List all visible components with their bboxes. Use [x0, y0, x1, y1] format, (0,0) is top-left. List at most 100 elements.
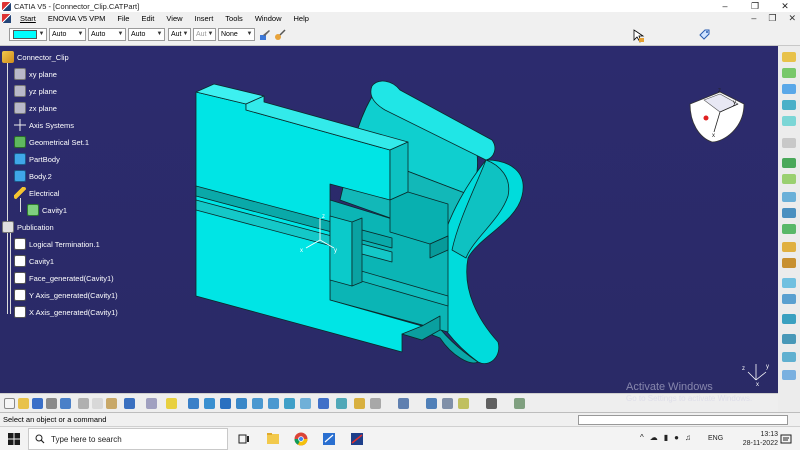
hide-show-icon[interactable]	[354, 398, 365, 409]
tree-item-electrical[interactable]: Electrical	[14, 186, 59, 200]
shaft-icon[interactable]	[782, 100, 796, 110]
apply-material-icon[interactable]	[782, 370, 796, 380]
menu-tools[interactable]: Tools	[219, 14, 249, 23]
tree-item-y-axis-generated[interactable]: Y Axis_generated(Cavity1)	[14, 288, 118, 302]
catia-taskbar-icon[interactable]	[350, 432, 364, 446]
zoom-out-icon[interactable]	[268, 398, 279, 409]
whats-this-icon[interactable]	[166, 398, 177, 409]
save-icon[interactable]	[32, 398, 43, 409]
chrome-icon[interactable]	[294, 432, 308, 446]
pad-icon[interactable]	[782, 68, 796, 78]
shading-icon[interactable]	[336, 398, 347, 409]
restore-icon[interactable]: ❐	[740, 0, 770, 12]
tree-item-zx-plane[interactable]: zx plane	[14, 101, 57, 115]
tree-item-pub-cavity[interactable]: Cavity1	[14, 254, 54, 268]
tree-item-yz-plane[interactable]: yz plane	[14, 84, 57, 98]
volume-icon[interactable]: ♫	[685, 433, 691, 442]
pan-icon[interactable]	[220, 398, 231, 409]
tree-root[interactable]: Connector_Clip	[2, 50, 69, 64]
split-icon[interactable]	[782, 314, 796, 324]
rotate-icon[interactable]	[236, 398, 247, 409]
rib-icon[interactable]	[782, 158, 796, 168]
slot-icon[interactable]	[782, 174, 796, 184]
menu-start[interactable]: Start	[14, 14, 42, 23]
new-file-icon[interactable]	[4, 398, 15, 409]
hole-icon[interactable]	[782, 138, 796, 148]
wifi-icon[interactable]: ●	[674, 433, 679, 442]
language-indicator[interactable]: ENG	[708, 435, 723, 442]
tree-item-partbody[interactable]: PartBody	[14, 152, 60, 166]
tree-item-publication[interactable]: Publication	[2, 220, 54, 234]
menu-edit[interactable]: Edit	[135, 14, 160, 23]
tree-item-x-axis-generated[interactable]: X Axis_generated(Cavity1)	[14, 305, 118, 319]
undo-icon[interactable]	[124, 398, 135, 409]
multi-view-icon[interactable]	[300, 398, 311, 409]
draft-icon[interactable]	[782, 224, 796, 234]
notification-icon[interactable]	[780, 433, 792, 445]
tree-item-body2[interactable]: Body.2	[14, 169, 52, 183]
thread-icon[interactable]	[782, 334, 796, 344]
tree-item-logical-termination[interactable]: Logical Termination.1	[14, 237, 100, 251]
connector-icon[interactable]	[458, 398, 469, 409]
tree-item-xy-plane[interactable]: xy plane	[14, 67, 57, 81]
fit-all-icon[interactable]	[204, 398, 215, 409]
tree-item-geometrical-set[interactable]: Geometrical Set.1	[14, 135, 89, 149]
task-view-icon[interactable]	[238, 433, 250, 445]
fill-color-combo[interactable]: ▼	[9, 28, 47, 41]
print-icon[interactable]	[46, 398, 57, 409]
cut-icon[interactable]	[78, 398, 89, 409]
thickness-icon[interactable]	[782, 258, 796, 268]
tree-item-axis-systems[interactable]: Axis Systems	[14, 118, 74, 132]
doc-close-icon[interactable]: ✕	[788, 13, 796, 24]
file-explorer-icon[interactable]	[266, 432, 280, 445]
menu-insert[interactable]: Insert	[189, 14, 220, 23]
brush-icon[interactable]	[274, 29, 286, 41]
tree-item-cavity[interactable]: Cavity1	[27, 203, 67, 217]
catalog-icon[interactable]	[398, 398, 409, 409]
doc-restore-icon[interactable]: ❐	[768, 13, 776, 24]
windows-start-icon[interactable]	[8, 433, 20, 445]
menu-enovia[interactable]: ENOVIA V5 VPM	[42, 14, 112, 23]
electrical-tool-icon[interactable]	[426, 398, 437, 409]
zoom-in-icon[interactable]	[252, 398, 263, 409]
power-input-field[interactable]	[578, 415, 788, 425]
harness-icon[interactable]	[442, 398, 453, 409]
menu-window[interactable]: Window	[249, 14, 288, 23]
groove-icon[interactable]	[782, 116, 796, 126]
snipping-tool-icon[interactable]	[322, 432, 336, 446]
point-symbol-combo[interactable]: Aut ▼	[168, 28, 191, 41]
document-icon[interactable]	[2, 13, 11, 23]
chamfer-icon[interactable]	[782, 208, 796, 218]
paste-icon[interactable]	[106, 398, 117, 409]
taskbar-search[interactable]: Type here to search	[28, 428, 228, 450]
chevron-up-icon[interactable]: ^	[640, 433, 644, 442]
open-folder-icon[interactable]	[18, 398, 29, 409]
mirror-icon[interactable]	[782, 278, 796, 288]
pocket-icon[interactable]	[782, 84, 796, 94]
cloud-icon[interactable]: ☁	[650, 433, 658, 442]
measure-icon[interactable]	[782, 352, 796, 362]
battery-icon[interactable]: ▮	[664, 433, 668, 442]
fly-mode-icon[interactable]	[188, 398, 199, 409]
linetype-combo[interactable]: Auto ▼	[88, 28, 126, 41]
sketcher-icon[interactable]	[782, 52, 796, 62]
swap-space-icon[interactable]	[370, 398, 381, 409]
copy-icon[interactable]	[92, 398, 103, 409]
menu-file[interactable]: File	[111, 14, 135, 23]
lineweight-combo[interactable]: Auto ▼	[128, 28, 165, 41]
analysis-icon[interactable]	[486, 398, 497, 409]
redo-icon[interactable]	[146, 398, 157, 409]
save-management-icon[interactable]	[60, 398, 71, 409]
layer-combo[interactable]: None ▼	[218, 28, 255, 41]
fillet-icon[interactable]	[782, 192, 796, 202]
shell-icon[interactable]	[782, 242, 796, 252]
minimize-icon[interactable]: –	[710, 0, 740, 12]
transparency-combo[interactable]: Auto ▼	[49, 28, 86, 41]
menu-view[interactable]: View	[160, 14, 188, 23]
tag-icon[interactable]	[698, 28, 711, 41]
clock[interactable]: 13:13 28-11-2022	[743, 430, 778, 448]
tree-item-face-generated[interactable]: Face_generated(Cavity1)	[14, 271, 114, 285]
render-style-combo[interactable]: Aut ▼	[193, 28, 216, 41]
normal-view-icon[interactable]	[284, 398, 295, 409]
doc-minimize-icon[interactable]: –	[751, 13, 756, 23]
